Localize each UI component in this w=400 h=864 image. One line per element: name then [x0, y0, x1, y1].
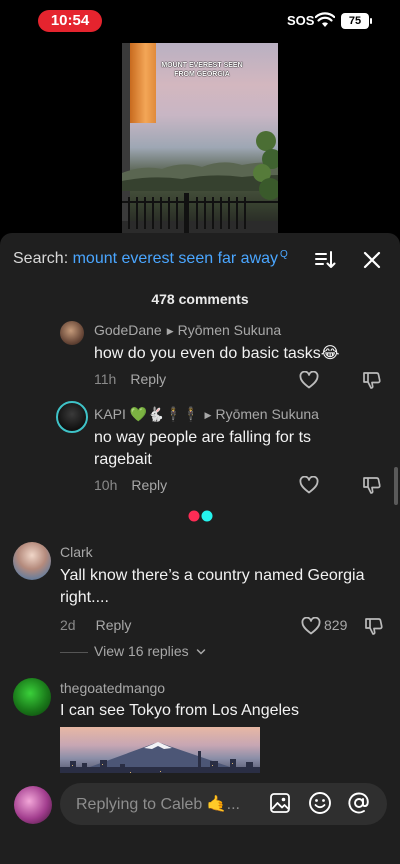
search-suggestion[interactable]: Search: mount everest seen far away Q: [13, 249, 393, 274]
comment-input-bar: Replying to Caleb 🤙...: [0, 773, 400, 864]
battery-cap: [370, 18, 372, 24]
at-icon[interactable]: [347, 791, 371, 815]
avatar[interactable]: [60, 321, 84, 345]
my-avatar[interactable]: [14, 786, 52, 824]
image-icon[interactable]: [269, 792, 291, 814]
video-caption: MOUNT EVEREST SEEN FROM GEORGIA: [161, 62, 243, 78]
thumb-down-outline-icon[interactable]: [362, 475, 382, 495]
reply-button[interactable]: Reply: [131, 477, 167, 493]
avatar[interactable]: [13, 542, 51, 580]
comment-count: 478 comments: [151, 291, 249, 307]
author-name[interactable]: thegoatedmango: [60, 680, 165, 696]
comment-text: I can see Tokyo from Los Angeles: [60, 702, 299, 719]
video-preview[interactable]: MOUNT EVEREST SEEN FROM GEORGIA: [122, 43, 278, 233]
avatar[interactable]: [56, 401, 88, 433]
close-icon[interactable]: [362, 250, 382, 270]
search-superscript: Q: [280, 249, 288, 260]
author-name[interactable]: Clark: [60, 544, 93, 560]
reply-arrow-icon: ▶: [166, 326, 174, 336]
thumb-down-outline-icon[interactable]: [362, 370, 382, 390]
reply-button[interactable]: Reply: [96, 617, 132, 633]
reply-arrow-icon: ▶: [204, 410, 212, 420]
heart-outline-icon[interactable]: [301, 617, 321, 635]
comment-meta: 10h Reply: [94, 477, 167, 493]
author-name[interactable]: GodeDane: [94, 322, 162, 338]
chevron-down-icon: [196, 649, 205, 655]
thumb-down-outline-icon[interactable]: [364, 616, 384, 636]
avatar[interactable]: [13, 678, 51, 716]
video-tree: [253, 131, 278, 200]
reply-to-name[interactable]: Ryōmen Sukuna: [178, 322, 282, 338]
video-lamp: [130, 43, 156, 123]
emoji-icon[interactable]: [308, 791, 332, 815]
reply-button[interactable]: Reply: [130, 371, 166, 387]
comment-image[interactable]: [60, 727, 260, 779]
comment-meta: 2d Reply: [60, 617, 131, 633]
comment-author[interactable]: thegoatedmango: [60, 680, 165, 696]
comments-sheet: Search: mount everest seen far away Q 478…: [0, 233, 400, 864]
reply-item: KAPI 💚🐇🕴🕴 ▶ Ryōmen Sukuna no way people ar…: [0, 399, 400, 499]
loading-indicator: [188, 510, 213, 522]
tokyo-skyline-image: [60, 742, 260, 779]
comment-time: 2d: [60, 617, 76, 633]
view-replies-button[interactable]: View 16 replies: [60, 643, 206, 659]
author-name[interactable]: KAPI 💚🐇🕴🕴: [94, 406, 200, 422]
input-placeholder: Replying to Caleb 🤙...: [76, 796, 240, 813]
comment-item: Clark Yall know there’s a country named …: [0, 540, 400, 660]
battery-indicator: 75: [341, 13, 369, 29]
comment-author[interactable]: KAPI 💚🐇🕴🕴 ▶ Ryōmen Sukuna: [94, 406, 319, 423]
comment-time: 10h: [94, 477, 118, 493]
comment-time: 11h: [94, 371, 117, 387]
status-bar: 10:54 SOS 75: [0, 0, 400, 44]
comment-input[interactable]: Replying to Caleb 🤙...: [60, 783, 387, 825]
comment-meta: 11h Reply: [94, 371, 166, 387]
reply-item: GodeDane ▶ Ryōmen Sukuna how do you even d…: [0, 318, 400, 390]
view-replies-divider: [60, 651, 88, 653]
comment-text: no way people are falling for ts ragebai…: [94, 429, 312, 468]
view-replies-label[interactable]: View 16 replies: [94, 643, 189, 659]
sort-icon[interactable]: [314, 249, 336, 271]
comment-author[interactable]: Clark: [60, 544, 93, 560]
scrollbar[interactable]: [394, 467, 398, 505]
wifi-icon: [315, 12, 335, 27]
sos-indicator: SOS: [287, 13, 315, 28]
time-indicator[interactable]: 10:54: [38, 10, 102, 32]
heart-outline-icon[interactable]: [299, 371, 319, 389]
comment-text: Yall know there’s a country named Georgi…: [60, 567, 365, 606]
reply-to-name[interactable]: Ryōmen Sukuna: [215, 406, 319, 422]
search-query-link[interactable]: mount everest seen far away: [73, 250, 278, 267]
heart-outline-icon[interactable]: [299, 476, 319, 494]
like-count: 829: [324, 617, 348, 633]
search-prefix: Search:: [13, 250, 73, 267]
comment-text: how do you even do basic tasks😂: [94, 345, 340, 362]
comment-author[interactable]: GodeDane ▶ Ryōmen Sukuna: [94, 322, 281, 338]
